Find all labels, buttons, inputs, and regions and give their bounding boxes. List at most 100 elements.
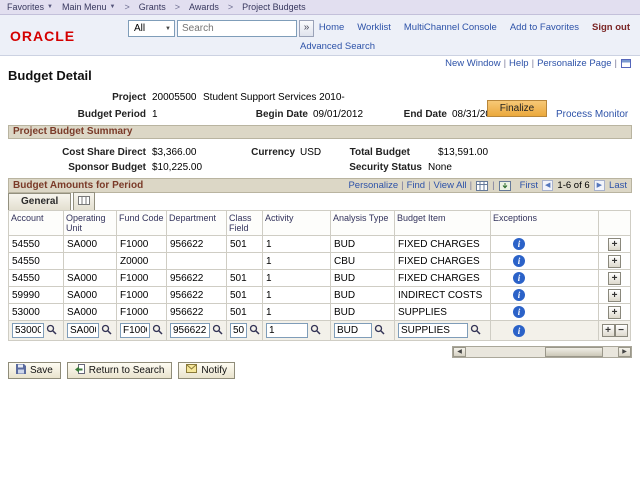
add-row-button[interactable]: + (608, 254, 621, 268)
main-menu-label: Main Menu (61, 2, 107, 12)
column-header-budget-item[interactable]: Budget Item (394, 210, 491, 236)
main-menu[interactable]: Main Menu ▼ (62, 2, 115, 12)
currency-value: USD (300, 147, 322, 158)
search-go-button[interactable]: » (299, 20, 314, 37)
column-header-department[interactable]: Department (166, 210, 227, 236)
department-lookup-icon[interactable] (212, 324, 223, 338)
separator: | (401, 180, 404, 191)
scroll-left-icon[interactable]: ◀ (453, 347, 466, 357)
first-link[interactable]: First (520, 180, 538, 191)
add-to-favorites-link[interactable]: Add to Favorites (510, 22, 579, 33)
account-input[interactable] (12, 323, 44, 338)
cell-fund-code: F1000 (116, 235, 167, 253)
notify-button[interactable]: Notify (178, 362, 235, 379)
breadcrumb-grants[interactable]: Grants (139, 2, 166, 12)
column-header-analysis-type[interactable]: Analysis Type (330, 210, 395, 236)
budget-item-input[interactable] (398, 323, 468, 338)
find-link[interactable]: Find (407, 180, 425, 191)
worklist-link[interactable]: Worklist (357, 22, 391, 33)
show-all-columns-icon[interactable] (73, 192, 96, 210)
personalize-link[interactable]: Personalize (348, 180, 398, 191)
total-budget-label: Total Budget (349, 147, 410, 158)
last-link[interactable]: Last (609, 180, 627, 191)
analysis-type-input[interactable] (334, 323, 372, 338)
separator: | (492, 180, 495, 191)
sign-out-link[interactable]: Sign out (592, 22, 630, 33)
separator: | (531, 58, 535, 69)
column-header-activity[interactable]: Activity (262, 210, 331, 236)
cell-budget-item: INDIRECT COSTS (394, 286, 491, 304)
help-link[interactable]: Help (509, 58, 529, 69)
breadcrumb-awards[interactable]: Awards (189, 2, 219, 12)
zoom-grid-icon[interactable] (476, 180, 489, 191)
cell-activity: 1 (262, 286, 331, 304)
multichannel-console-link[interactable]: MultiChannel Console (404, 22, 497, 33)
fund-code-lookup-icon[interactable] (152, 324, 163, 338)
add-row-button[interactable]: + (608, 305, 621, 319)
previous-page-icon[interactable]: ◀ (542, 180, 554, 191)
exceptions-info-icon[interactable]: i (513, 272, 525, 284)
favorites-menu[interactable]: Favorites ▼ (7, 2, 53, 12)
advanced-search-link[interactable]: Advanced Search (300, 41, 375, 52)
delete-row-button[interactable]: − (614, 324, 628, 337)
account-lookup-icon[interactable] (46, 324, 57, 338)
column-header-exceptions[interactable]: Exceptions (490, 210, 599, 236)
grid-edit-row: i +− (8, 320, 631, 341)
download-icon[interactable] (498, 180, 511, 191)
cell-fund-code: F1000 (116, 303, 167, 321)
add-row-button[interactable]: + (608, 288, 621, 302)
exceptions-info-icon[interactable]: i (513, 306, 525, 318)
tab-general[interactable]: General (8, 193, 72, 210)
fund-code-input[interactable] (120, 323, 150, 338)
exceptions-info-icon[interactable]: i (513, 324, 525, 337)
column-header-class-field[interactable]: Class Field (226, 210, 263, 236)
personalize-page-link[interactable]: Personalize Page (537, 58, 611, 69)
operating-unit-lookup-icon[interactable] (101, 324, 112, 338)
search-input[interactable] (177, 20, 297, 37)
finalize-button[interactable]: Finalize (487, 100, 547, 117)
return-to-search-button[interactable]: Return to Search (66, 362, 173, 379)
cell-class-field: 501 (226, 269, 263, 287)
process-monitor-link[interactable]: Process Monitor (556, 109, 628, 120)
exceptions-info-icon[interactable]: i (513, 289, 525, 301)
exceptions-info-icon[interactable]: i (513, 238, 525, 250)
analysis-type-lookup-icon[interactable] (374, 324, 385, 338)
class-field-lookup-icon[interactable] (249, 324, 260, 338)
copy-url-icon[interactable] (621, 59, 631, 68)
search-scope-select[interactable]: All ▼ (128, 20, 175, 37)
table-row: 59990 SA000 F1000 956622 501 1 BUD INDIR… (8, 286, 631, 304)
scrollbar-track[interactable] (466, 347, 618, 357)
activity-lookup-icon[interactable] (310, 324, 321, 338)
scroll-right-icon[interactable]: ▶ (618, 347, 631, 357)
cell-operating-unit: SA000 (63, 286, 117, 304)
home-link[interactable]: Home (319, 22, 344, 33)
add-row-button[interactable]: + (601, 324, 615, 337)
new-window-link[interactable]: New Window (445, 58, 500, 69)
search-scope-value: All (134, 23, 146, 34)
budget-item-lookup-icon[interactable] (470, 324, 481, 338)
add-row-button[interactable]: + (608, 237, 621, 251)
activity-input[interactable] (266, 323, 308, 338)
next-page-icon[interactable]: ▶ (593, 180, 606, 191)
scrollbar-thumb[interactable] (545, 347, 603, 357)
horizontal-scrollbar[interactable]: ◀ ▶ (452, 346, 632, 358)
page-toolbar: New Window | Help | Personalize Page | (445, 58, 632, 69)
class-field-input[interactable] (230, 323, 247, 338)
cell-operating-unit (63, 252, 117, 270)
save-button[interactable]: Save (8, 362, 61, 379)
cell-operating-unit: SA000 (63, 269, 117, 287)
department-input[interactable] (170, 323, 210, 338)
cell-fund-code: F1000 (116, 286, 167, 304)
cell-class-field: 501 (226, 286, 263, 304)
exceptions-info-icon[interactable]: i (513, 255, 525, 267)
table-row: 54550 SA000 F1000 956622 501 1 BUD FIXED… (8, 235, 631, 253)
view-all-link[interactable]: View All (434, 180, 467, 191)
column-header-fund-code[interactable]: Fund Code (116, 210, 167, 236)
column-header-account[interactable]: Account (8, 210, 64, 236)
grid-header-row: Account Operating Unit Fund Code Departm… (8, 210, 631, 236)
add-row-button[interactable]: + (608, 271, 621, 285)
column-header-operating-unit[interactable]: Operating Unit (63, 210, 117, 236)
operating-unit-input[interactable] (67, 323, 99, 338)
breadcrumb-project-budgets[interactable]: Project Budgets (242, 2, 306, 12)
cell-budget-item: FIXED CHARGES (394, 269, 491, 287)
